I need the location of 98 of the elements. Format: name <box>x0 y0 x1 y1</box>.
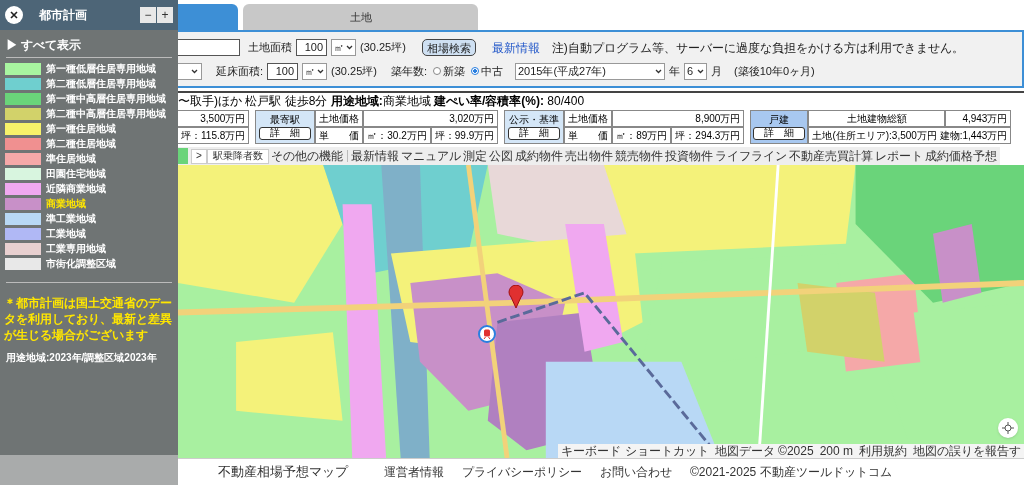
label-cell: 土地価格 <box>315 110 364 127</box>
zoom-out-button[interactable]: − <box>140 7 156 23</box>
legend-label[interactable]: 工業地域 <box>46 228 86 240</box>
unit-price-cell: 坪：115.8万円 <box>178 127 250 144</box>
heading-text: 戸建 <box>769 114 790 125</box>
land-area-input[interactable]: 100 <box>296 39 327 56</box>
panel-title: 都市計画 <box>39 7 88 24</box>
menu-item[interactable]: その他の機能 <box>268 147 345 165</box>
menu-item[interactable]: マニュアル <box>399 147 462 165</box>
legend-label[interactable]: 市街化調整区域 <box>46 258 116 270</box>
structure-select[interactable] <box>178 62 202 80</box>
train-station-icon <box>478 325 496 343</box>
show-all-toggle[interactable]: ▶ すべて表示 <box>0 36 88 54</box>
chevron-icon <box>317 68 325 74</box>
menu-item[interactable]: 不動産売買計算 <box>787 147 874 165</box>
unit-price-cell: ㎡：89万円 <box>612 127 672 144</box>
age-radio[interactable]: 中古 <box>471 62 503 80</box>
footer-link[interactable]: プライバシーポリシー <box>462 463 582 481</box>
menu-item[interactable]: 公図 <box>487 147 514 165</box>
map-area[interactable]: キーボード ショートカット 地図データ ©2025 200 m 利用規約 地図の誤りを報告す <box>178 165 1024 458</box>
price-cell: 8,900万円 <box>612 110 745 127</box>
unit-select[interactable]: ㎡ <box>331 39 356 56</box>
menu-item[interactable]: 競売物件 <box>613 147 664 165</box>
attribution-link[interactable]: 200 m <box>819 442 853 458</box>
heading-text: 最寄駅 <box>270 114 301 125</box>
station-button[interactable]: 駅乗降者数 <box>206 148 269 164</box>
legend-label[interactable]: 準住居地域 <box>46 153 96 165</box>
legend-label[interactable]: 商業地域 <box>46 198 86 210</box>
detail-button[interactable]: 詳 細 <box>753 126 806 140</box>
field-label: 築年数: <box>390 63 427 79</box>
heading-text: 公示・基準 <box>509 114 560 125</box>
unit-text: 年 <box>669 63 680 79</box>
footer-link[interactable]: お問い合わせ <box>600 463 672 481</box>
detail-button[interactable]: 詳 細 <box>508 126 561 140</box>
attribution-link[interactable]: 地図の誤りを報告す <box>913 442 1021 458</box>
attribution-link[interactable]: 地図データ ©2025 <box>714 442 814 458</box>
menu-item[interactable]: 最新情報 <box>349 147 400 165</box>
menu-item[interactable]: 成約物件 <box>513 147 564 165</box>
legend-label[interactable]: 第二種中高層住居専用地域 <box>46 108 166 120</box>
label-cell: 単 価 <box>315 127 364 144</box>
tab[interactable]: 土地 <box>243 4 478 30</box>
field-label: 延床面積: <box>216 63 264 79</box>
detail-button[interactable]: 詳 細 <box>259 126 312 140</box>
menu-item[interactable]: 測定 <box>461 147 488 165</box>
copyright-text: ©2021-2025 不動産ツールドットコム <box>690 464 892 481</box>
unit-price-cell: 坪：99.9万円 <box>430 127 499 144</box>
footer-title: 不動産相場予想マップ <box>218 463 348 482</box>
attribution-link[interactable]: キーボード ショートカット <box>561 442 709 458</box>
footer-link[interactable]: 運営者情報 <box>384 463 444 481</box>
data-year: 用途地域:2023年/調整区域2023年 <box>5 350 158 365</box>
data-note: ＊都市計画は国土交通省のデータを利用しており、最新と差異が生じる場合がございます <box>3 295 173 344</box>
price-cell: 4,943万円 <box>945 110 1012 127</box>
menu-item[interactable]: 成約価格予想 <box>923 147 998 165</box>
address-field[interactable] <box>178 39 240 56</box>
notice-text: 注)自動プログラム等、サーバーに過度な負担をかける方は利用できません。 <box>551 39 964 57</box>
chevron-icon <box>346 45 353 50</box>
age-text: (築後10年0ヶ月) <box>734 63 815 79</box>
month-select[interactable]: 6 <box>684 62 707 80</box>
legend-label[interactable]: 準工業地域 <box>46 213 96 225</box>
year-select[interactable]: 2015年(平成27年) <box>515 62 665 80</box>
legend-label[interactable]: 工業専用地域 <box>46 243 106 255</box>
unit-price-cell: 坪：294.3万円 <box>671 127 745 144</box>
location-pin-icon <box>508 285 524 309</box>
chevron-icon <box>655 68 662 74</box>
menu-item[interactable]: 投資物件 <box>663 147 714 165</box>
collapse-button[interactable]: > <box>191 148 207 164</box>
menu-item[interactable]: レポート <box>873 147 924 165</box>
unit-text: 月 <box>711 63 722 79</box>
attribution-link[interactable]: 利用規約 <box>859 442 907 458</box>
legend-label[interactable]: 第一種中高層住居専用地域 <box>46 93 166 105</box>
label-cell: 土地価格 <box>564 110 613 127</box>
label-cell: 土地建物総額 <box>808 110 946 127</box>
price-cell: 3,020万円 <box>363 110 499 127</box>
legend-label[interactable]: 田園住宅地域 <box>46 168 106 180</box>
legend-label[interactable]: 第一種低層住居専用地域 <box>46 63 156 75</box>
unit-select[interactable]: ㎡ <box>302 62 328 80</box>
legend-label[interactable]: 近隣商業地域 <box>46 183 106 195</box>
menu-item[interactable]: 売出物件 <box>563 147 614 165</box>
age-radio[interactable]: 新築 <box>433 62 465 80</box>
tsubo-text: (30.25坪) <box>331 63 377 79</box>
close-icon[interactable] <box>5 6 23 24</box>
floor-area-input[interactable]: 100 <box>267 62 299 80</box>
search-button[interactable]: 相場検索 <box>421 39 476 56</box>
legend-label[interactable]: 第二種住居地域 <box>46 138 116 150</box>
news-link[interactable]: 最新情報 <box>491 38 540 57</box>
field-label: 土地面積 <box>248 40 292 56</box>
chevron-icon <box>191 68 198 74</box>
menu-item[interactable]: ライフライン <box>713 147 788 165</box>
legend-label[interactable]: 第二種低層住居専用地域 <box>46 78 156 90</box>
unit-price-cell: ㎡：30.2万円 <box>363 127 431 144</box>
zoom-in-button[interactable]: + <box>157 7 173 23</box>
price-cell: 3,500万円 <box>178 110 250 127</box>
tsubo-text: (30.25坪) <box>360 40 406 56</box>
summary-text: 〜取手)ほか 松戸駅 徒歩8分 用途地域:商業地域 建ぺい率/容積率(%): 80/400 <box>178 95 585 108</box>
label-cell: 単 価 <box>564 127 613 144</box>
legend-label[interactable]: 第一種住居地域 <box>46 123 116 135</box>
chevron-icon <box>697 68 704 74</box>
breakdown-cell: 土地(住所エリア):3,500万円 建物:1,443万円 <box>808 127 1012 144</box>
